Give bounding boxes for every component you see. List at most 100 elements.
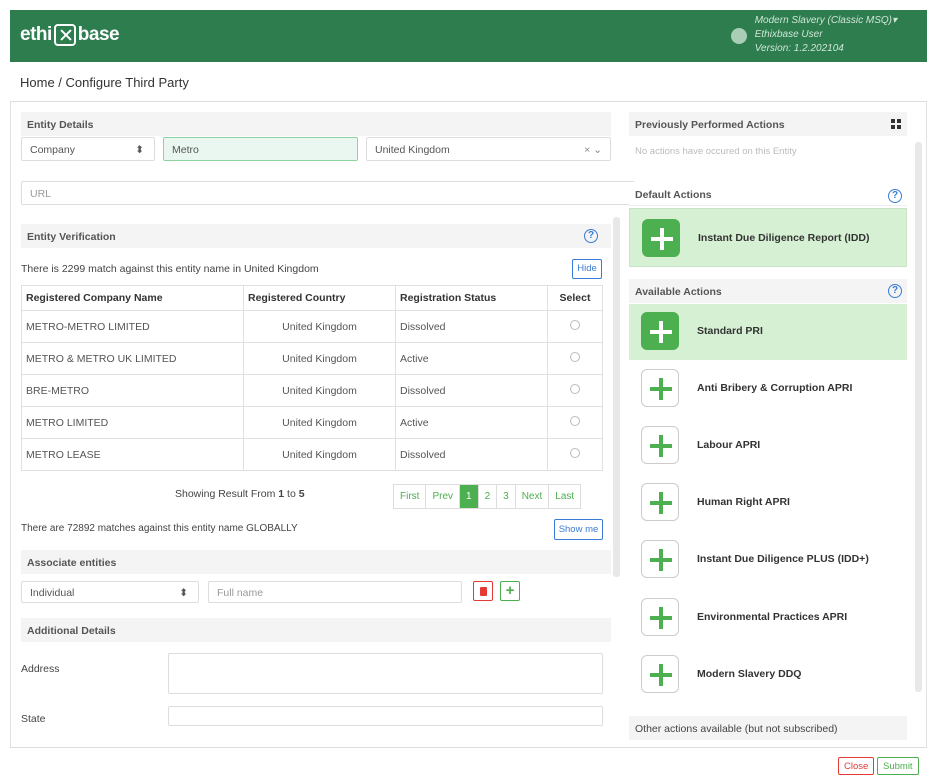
entity-name-input[interactable]: Metro xyxy=(163,137,358,161)
page-first[interactable]: First xyxy=(394,485,427,508)
action-label: Standard PRI xyxy=(697,325,763,337)
match-text: There is 2299 match against this entity … xyxy=(21,263,319,275)
logo-x-icon xyxy=(53,24,76,46)
clear-chevron-icon[interactable]: × ⌄ xyxy=(584,144,602,156)
help-icon[interactable]: ? xyxy=(584,229,598,243)
status-cell: Active xyxy=(395,342,548,375)
page-3[interactable]: 3 xyxy=(497,485,516,508)
table-row[interactable]: BRE-METRO United Kingdom Dissolved xyxy=(21,374,603,407)
select-radio[interactable] xyxy=(570,416,580,426)
hide-button[interactable]: Hide xyxy=(572,259,602,279)
add-associate-button[interactable]: + xyxy=(500,581,520,601)
action-environmental-apri[interactable]: Environmental Practices APRI xyxy=(629,590,907,646)
global-match-text: There are 72892 matches against this ent… xyxy=(21,523,298,534)
select-arrow-icon: ⬍ xyxy=(179,587,188,599)
country-cell: United Kingdom xyxy=(243,406,396,439)
add-action-icon[interactable] xyxy=(641,426,679,464)
help-icon[interactable]: ? xyxy=(888,189,902,203)
page-last[interactable]: Last xyxy=(549,485,580,508)
add-action-icon[interactable] xyxy=(641,312,679,350)
full-name-input[interactable]: Full name xyxy=(208,581,462,603)
add-action-icon[interactable] xyxy=(641,369,679,407)
company-name: BRE-METRO xyxy=(21,374,244,407)
add-action-icon[interactable] xyxy=(642,219,680,257)
select-radio[interactable] xyxy=(570,320,580,330)
country-cell: United Kingdom xyxy=(243,342,396,375)
trash-icon xyxy=(480,587,487,596)
default-action-idd[interactable]: Instant Due Diligence Report (IDD) xyxy=(629,208,907,267)
col-country: Registered Country xyxy=(243,285,396,311)
action-modern-slavery-ddq[interactable]: Modern Slavery DDQ xyxy=(629,647,907,703)
workflow-selector[interactable]: Modern Slavery (Classic MSQ)▾ xyxy=(755,14,897,28)
company-name: METRO & METRO UK LIMITED xyxy=(21,342,244,375)
verification-table: Registered Company Name Registered Count… xyxy=(21,285,603,471)
select-arrow-icon: ⬍ xyxy=(135,144,144,156)
page-prev[interactable]: Prev xyxy=(426,485,461,508)
add-action-icon[interactable] xyxy=(641,598,679,636)
action-abc-apri[interactable]: Anti Bribery & Corruption APRI xyxy=(629,361,907,417)
page-next[interactable]: Next xyxy=(516,485,550,508)
left-scrollbar[interactable] xyxy=(613,217,620,577)
default-actions-header: Default Actions xyxy=(629,182,907,206)
entity-type-select[interactable]: Company ⬍ xyxy=(21,137,155,161)
right-scrollbar[interactable] xyxy=(915,142,922,692)
help-icon[interactable]: ? xyxy=(888,284,902,298)
status-cell: Dissolved xyxy=(395,310,548,343)
associate-type-select[interactable]: Individual ⬍ xyxy=(21,581,199,603)
additional-header: Additional Details xyxy=(21,618,611,642)
top-bar: ethi base Modern Slavery (Classic MSQ)▾ E… xyxy=(10,10,927,62)
country-value: United Kingdom xyxy=(375,144,450,156)
url-input[interactable]: URL xyxy=(21,181,635,205)
delete-button[interactable] xyxy=(473,581,493,601)
action-label: Modern Slavery DDQ xyxy=(697,668,802,680)
add-action-icon[interactable] xyxy=(641,483,679,521)
col-select: Select xyxy=(547,285,603,311)
other-actions-header: Other actions available (but not subscri… xyxy=(629,716,907,740)
verification-header: Entity Verification xyxy=(21,224,611,248)
company-name: METRO LIMITED xyxy=(21,406,244,439)
table-row[interactable]: METRO LEASE United Kingdom Dissolved xyxy=(21,438,603,471)
country-cell: United Kingdom xyxy=(243,310,396,343)
action-idd-plus[interactable]: Instant Due Diligence PLUS (IDD+) xyxy=(629,532,907,588)
select-radio[interactable] xyxy=(570,448,580,458)
action-label: Labour APRI xyxy=(697,439,761,451)
country-select[interactable]: United Kingdom × ⌄ xyxy=(366,137,611,161)
select-radio[interactable] xyxy=(570,352,580,362)
status-cell: Active xyxy=(395,406,548,439)
action-standard-pri[interactable]: Standard PRI xyxy=(629,304,907,360)
action-human-right-apri[interactable]: Human Right APRI xyxy=(629,475,907,531)
grid-view-icon[interactable] xyxy=(891,119,901,129)
app-version: Version: 1.2.202104 xyxy=(754,43,844,54)
showing-prefix: Showing Result From xyxy=(175,488,279,500)
country-cell: United Kingdom xyxy=(243,374,396,407)
table-row[interactable]: METRO-METRO LIMITED United Kingdom Dissolv… xyxy=(21,310,603,343)
associate-header: Associate entities xyxy=(21,550,611,574)
select-radio[interactable] xyxy=(570,384,580,394)
page-2[interactable]: 2 xyxy=(479,485,498,508)
breadcrumb[interactable]: Home / Configure Third Party xyxy=(20,75,189,90)
page-1[interactable]: 1 xyxy=(460,485,479,508)
pagination: First Prev 1 2 3 Next Last xyxy=(393,484,582,509)
add-action-icon[interactable] xyxy=(641,655,679,693)
submit-button[interactable]: Submit xyxy=(877,757,919,775)
col-status: Registration Status xyxy=(395,285,548,311)
country-cell: United Kingdom xyxy=(243,438,396,471)
user-avatar-icon xyxy=(730,28,747,44)
table-row[interactable]: METRO LIMITED United Kingdom Active xyxy=(21,406,603,439)
state-input[interactable] xyxy=(168,706,603,726)
table-row[interactable]: METRO & METRO UK LIMITED United Kingdom Ac… xyxy=(21,342,603,375)
action-labour-apri[interactable]: Labour APRI xyxy=(629,418,907,474)
showing-to: 5 xyxy=(298,488,305,500)
entity-type-value: Company xyxy=(30,144,75,156)
app-logo[interactable]: ethi base xyxy=(20,24,120,46)
logo-text-left: ethi xyxy=(20,24,52,45)
col-company-name: Registered Company Name xyxy=(21,285,244,311)
show-me-button[interactable]: Show me xyxy=(554,519,603,540)
state-label: State xyxy=(21,713,46,725)
breadcrumb-bar: Home / Configure Third Party xyxy=(10,62,927,102)
logo-text-right: base xyxy=(77,24,120,45)
user-menu[interactable]: Modern Slavery (Classic MSQ)▾ Ethixbase … xyxy=(730,14,897,56)
add-action-icon[interactable] xyxy=(641,540,679,578)
close-button[interactable]: Close xyxy=(838,757,875,775)
address-textarea[interactable] xyxy=(168,653,603,694)
